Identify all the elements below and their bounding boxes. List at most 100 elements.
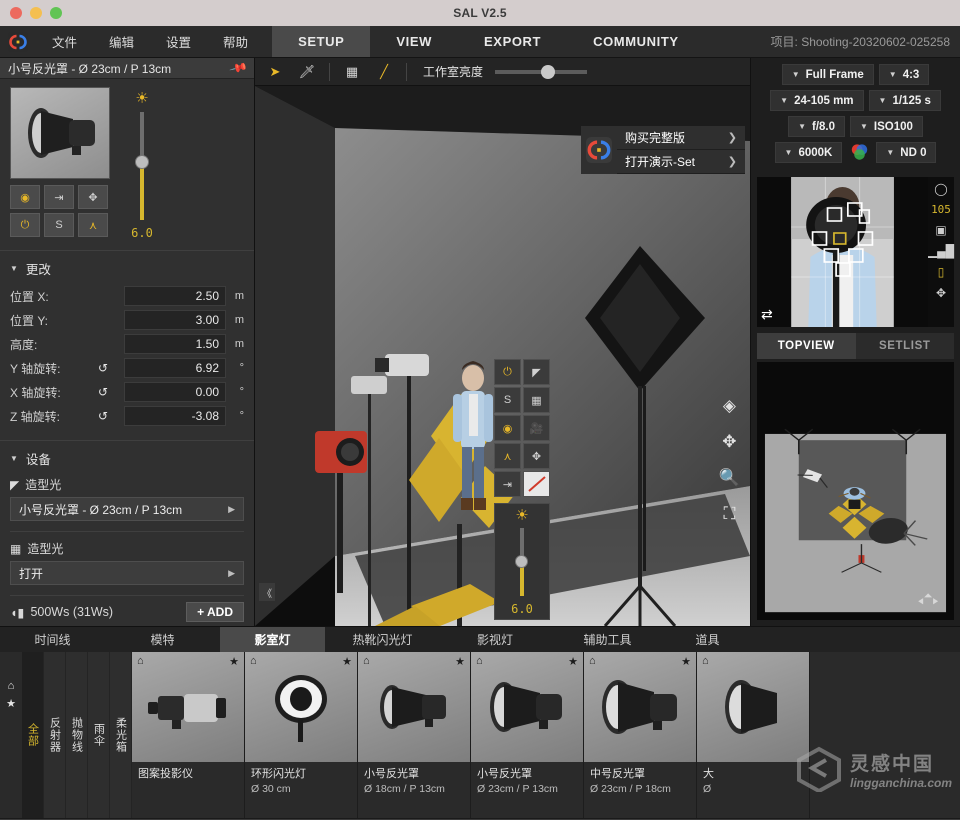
- sensor-select[interactable]: ▼ Full Frame: [782, 64, 874, 85]
- pan-icon[interactable]: ✥: [722, 432, 736, 452]
- power-icon[interactable]: ⏻: [494, 359, 521, 385]
- home-icon[interactable]: ⌂: [8, 680, 15, 692]
- aspect-ratio-select[interactable]: ▼ 4:3: [879, 64, 930, 85]
- tab-studio-light[interactable]: 影室灯: [220, 627, 325, 652]
- light-brightness-track[interactable]: [520, 528, 524, 596]
- collapse-left-icon[interactable]: 《: [259, 583, 275, 601]
- device-section-header[interactable]: ▼ 设备: [10, 449, 244, 468]
- rotation-y-input[interactable]: 6.92: [124, 358, 226, 378]
- move-to-person-icon[interactable]: ⇥: [494, 471, 521, 497]
- star-icon[interactable]: ★: [229, 655, 239, 668]
- asset-card[interactable]: ⌂ 大 Ø: [697, 652, 810, 818]
- orbit-icon[interactable]: ◈: [723, 396, 736, 416]
- circle-icon[interactable]: ◯: [934, 182, 947, 196]
- asset-card[interactable]: ⌂ ★ 环形闪光灯 Ø 30 cm: [245, 652, 358, 818]
- add-button[interactable]: + ADD: [186, 602, 244, 622]
- home-icon[interactable]: ⌂: [476, 655, 483, 667]
- star-icon[interactable]: ★: [6, 697, 16, 710]
- stand-icon[interactable]: ⋏: [78, 213, 108, 237]
- home-icon[interactable]: ⌂: [137, 655, 144, 667]
- field-height[interactable]: 高度: 1.50 m: [10, 332, 244, 356]
- cursor-icon[interactable]: ➤: [265, 64, 285, 80]
- field-position-x[interactable]: 位置 X: 2.50 m: [10, 284, 244, 308]
- menu-item-settings[interactable]: 设置: [150, 26, 207, 57]
- menu-item-edit[interactable]: 编辑: [93, 26, 150, 57]
- height-input[interactable]: 1.50: [124, 334, 226, 354]
- field-rotation-y[interactable]: Y 轴旋转: ↺ 6.92 °: [10, 356, 244, 380]
- tab-speedlight[interactable]: 热靴闪光灯: [325, 627, 440, 652]
- tab-timeline[interactable]: 时间线: [0, 627, 105, 652]
- power-icon[interactable]: ⏻: [10, 213, 40, 237]
- grid-icon[interactable]: ▦: [342, 64, 362, 80]
- soft-icon[interactable]: S: [44, 213, 74, 237]
- grid-icon[interactable]: ▦: [523, 387, 550, 413]
- home-icon[interactable]: ⌂: [589, 655, 596, 667]
- asset-card[interactable]: ⌂ ★ 图案投影仪: [132, 652, 245, 818]
- lens-select[interactable]: ▼ 24-105 mm: [770, 90, 863, 111]
- star-icon[interactable]: ★: [568, 655, 578, 668]
- tab-export[interactable]: EXPORT: [458, 26, 567, 57]
- modeling-select[interactable]: 打开 ▶: [10, 561, 244, 585]
- fit-icon[interactable]: ⛶: [723, 504, 735, 524]
- star-icon[interactable]: ★: [342, 655, 352, 668]
- person-icon[interactable]: ⋏: [494, 443, 521, 469]
- menu-item-help[interactable]: 帮助: [207, 26, 264, 57]
- asset-card[interactable]: ⌂ ★ 小号反光罩 Ø 23cm / P 13cm: [471, 652, 584, 818]
- move-icon[interactable]: ✥: [523, 443, 550, 469]
- brightness-track[interactable]: [140, 112, 144, 220]
- reset-rotation-z-icon[interactable]: ↺: [98, 409, 124, 423]
- tab-props[interactable]: 道具: [665, 627, 750, 652]
- category-parabolic[interactable]: 抛物线: [66, 652, 88, 818]
- tab-topview[interactable]: TOPVIEW: [757, 333, 856, 359]
- histogram-icon[interactable]: ▁▄█: [928, 244, 954, 258]
- focus-points-icon[interactable]: ▣: [935, 223, 946, 237]
- dpad-icon[interactable]: ✥: [936, 286, 946, 300]
- field-rotation-z[interactable]: Z 轴旋转: ↺ -3.08 °: [10, 404, 244, 428]
- category-all[interactable]: 全部: [22, 652, 44, 818]
- field-rotation-x[interactable]: X 轴旋转: ↺ 0.00 °: [10, 380, 244, 404]
- viewport-3d[interactable]: 购买完整版 ❯ 打开演示-Set ❯ ⏻ ◤ S ▦ ◉ 🎥: [255, 86, 750, 626]
- soft-icon[interactable]: S: [494, 387, 521, 413]
- reset-rotation-y-icon[interactable]: ↺: [98, 361, 124, 375]
- modifier-select[interactable]: 小号反光罩 - Ø 23cm / P 13cm ▶: [10, 497, 244, 521]
- orientation-icon[interactable]: ▯: [938, 265, 945, 279]
- line-icon[interactable]: ╱: [374, 64, 394, 80]
- asset-card[interactable]: ⌂ ★ 小号反光罩 Ø 18cm / P 13cm: [358, 652, 471, 818]
- tab-view[interactable]: VIEW: [370, 26, 458, 57]
- aperture-select[interactable]: ▼ f/8.0: [788, 116, 845, 137]
- color-wheel-icon[interactable]: [847, 142, 871, 163]
- topview-canvas[interactable]: [757, 362, 954, 620]
- tab-community[interactable]: COMMUNITY: [567, 26, 705, 57]
- target-icon[interactable]: ◉: [494, 415, 521, 441]
- popup-item-open-demo[interactable]: 打开演示-Set ❯: [617, 150, 745, 174]
- move-icon[interactable]: ✥: [78, 185, 108, 209]
- camera-preview-image[interactable]: ⇄: [757, 177, 928, 327]
- field-position-y[interactable]: 位置 Y: 3.00 m: [10, 308, 244, 332]
- star-icon[interactable]: ★: [455, 655, 465, 668]
- category-softbox[interactable]: 柔光箱: [110, 652, 132, 818]
- brightness-slider[interactable]: ☀ 6.0: [122, 87, 162, 240]
- position-y-input[interactable]: 3.00: [124, 310, 226, 330]
- reset-rotation-x-icon[interactable]: ↺: [98, 385, 124, 399]
- ruler-icon[interactable]: 🗡: [297, 64, 317, 80]
- tab-model[interactable]: 模特: [105, 627, 220, 652]
- rotation-x-input[interactable]: 0.00: [124, 382, 226, 402]
- shutter-select[interactable]: ▼ 1/125 s: [869, 90, 941, 111]
- zoom-icon[interactable]: 🔍: [719, 468, 740, 488]
- flip-icon[interactable]: ⇄: [761, 306, 773, 323]
- home-icon[interactable]: ⌂: [702, 655, 709, 667]
- star-icon[interactable]: ★: [681, 655, 691, 668]
- app-logo-icon[interactable]: [0, 26, 36, 57]
- light-brightness-knob[interactable]: [515, 555, 528, 568]
- nd-filter-select[interactable]: ▼ ND 0: [876, 142, 936, 163]
- target-icon[interactable]: ◉: [10, 185, 40, 209]
- tab-video-light[interactable]: 影视灯: [440, 627, 550, 652]
- popup-item-buy-full[interactable]: 购买完整版 ❯: [617, 126, 745, 150]
- stand-icon[interactable]: ◤: [523, 359, 550, 385]
- white-balance-select[interactable]: ▼ 6000K: [775, 142, 843, 163]
- category-umbrella[interactable]: 雨伞: [88, 652, 110, 818]
- studio-brightness-knob[interactable]: [541, 65, 555, 79]
- position-x-input[interactable]: 2.50: [124, 286, 226, 306]
- disable-icon[interactable]: [523, 471, 550, 497]
- tab-setlist[interactable]: SETLIST: [856, 333, 955, 359]
